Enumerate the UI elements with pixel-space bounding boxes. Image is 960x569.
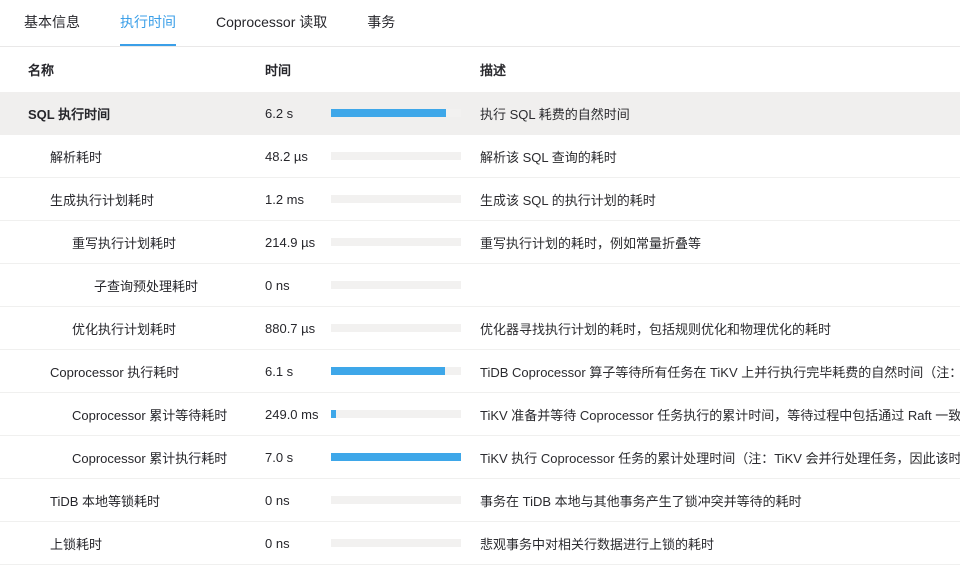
row-time-value: 214.9 µs: [265, 235, 331, 250]
row-time-bar: [331, 109, 480, 117]
row-description: 重写执行计划的耗时，例如常量折叠等: [480, 233, 960, 252]
bar-track: [331, 539, 461, 547]
row-time-bar: [331, 324, 480, 332]
row-name: 解析耗时: [0, 147, 265, 166]
row-name: 生成执行计划耗时: [0, 190, 265, 209]
row-description: 解析该 SQL 查询的耗时: [480, 147, 960, 166]
column-header-time: 时间: [265, 60, 331, 79]
time-table-body: SQL 执行时间6.2 s执行 SQL 耗费的自然时间解析耗时48.2 µs解析…: [0, 92, 960, 565]
bar-track: [331, 238, 461, 246]
table-row[interactable]: 重写执行计划耗时214.9 µs 重写执行计划的耗时，例如常量折叠等: [0, 221, 960, 264]
table-header-row: 名称 时间 描述: [0, 47, 960, 92]
row-time-value: 6.2 s: [265, 106, 331, 121]
row-time-bar: [331, 453, 480, 461]
bar-track: [331, 152, 461, 160]
row-description: TiKV 执行 Coprocessor 任务的累计处理时间（注：TiKV 会并行…: [480, 448, 960, 467]
row-time-bar: [331, 281, 480, 289]
row-description: TiKV 准备并等待 Coprocessor 任务执行的累计时间，等待过程中包括…: [480, 405, 960, 424]
row-name: SQL 执行时间: [0, 104, 265, 123]
row-name: Coprocessor 执行耗时: [0, 362, 265, 381]
row-name: 子查询预处理耗时: [0, 276, 265, 295]
bar-fill: [331, 410, 336, 418]
row-time-bar: [331, 195, 480, 203]
row-time-bar: [331, 367, 480, 375]
row-time-bar: [331, 539, 480, 547]
row-time-value: 249.0 ms: [265, 407, 331, 422]
row-description: 执行 SQL 耗费的自然时间: [480, 104, 960, 123]
row-time-value: 1.2 ms: [265, 192, 331, 207]
bar-track: [331, 281, 461, 289]
row-description: 悲观事务中对相关行数据进行上锁的耗时: [480, 534, 960, 553]
bar-fill: [331, 367, 445, 375]
table-row[interactable]: 优化执行计划耗时880.7 µs 优化器寻找执行计划的耗时，包括规则优化和物理优化…: [0, 307, 960, 350]
row-time-bar: [331, 496, 480, 504]
row-time-value: 48.2 µs: [265, 149, 331, 164]
table-row[interactable]: Coprocessor 累计等待耗时249.0 ms TiKV 准备并等待 Cop…: [0, 393, 960, 436]
table-row[interactable]: 解析耗时48.2 µs 解析该 SQL 查询的耗时: [0, 135, 960, 178]
tab-bar: 基本信息执行时间 Coprocessor 读取事务: [0, 0, 960, 47]
bar-track: [331, 324, 461, 332]
bar-track: [331, 453, 461, 461]
row-time-value: 0 ns: [265, 278, 331, 293]
row-time-bar: [331, 238, 480, 246]
row-name: Coprocessor 累计等待耗时: [0, 405, 265, 424]
row-description: 生成该 SQL 的执行计划的耗时: [480, 190, 960, 209]
tab-execution-time[interactable]: 执行时间: [120, 0, 176, 46]
row-time-value: 6.1 s: [265, 364, 331, 379]
bar-track: [331, 496, 461, 504]
row-time-value: 0 ns: [265, 493, 331, 508]
bar-track: [331, 410, 461, 418]
tab-basic-info[interactable]: 基本信息: [24, 0, 80, 46]
row-name: 优化执行计划耗时: [0, 319, 265, 338]
column-header-name: 名称: [0, 60, 265, 79]
table-row[interactable]: 生成执行计划耗时1.2 ms 生成该 SQL 的执行计划的耗时: [0, 178, 960, 221]
bar-track: [331, 109, 461, 117]
table-row[interactable]: 子查询预处理耗时0 ns: [0, 264, 960, 307]
tab-coprocessor-read[interactable]: Coprocessor 读取: [216, 0, 327, 46]
row-description: 优化器寻找执行计划的耗时，包括规则优化和物理优化的耗时: [480, 319, 960, 338]
row-time-value: 880.7 µs: [265, 321, 331, 336]
table-row[interactable]: Coprocessor 执行耗时6.1 s TiDB Coprocessor 算子…: [0, 350, 960, 393]
bar-track: [331, 367, 461, 375]
column-header-desc: 描述: [480, 60, 960, 79]
row-description: 事务在 TiDB 本地与其他事务产生了锁冲突并等待的耗时: [480, 491, 960, 510]
row-time-value: 0 ns: [265, 536, 331, 551]
bar-fill: [331, 453, 461, 461]
row-name: 重写执行计划耗时: [0, 233, 265, 252]
bar-track: [331, 195, 461, 203]
row-name: TiDB 本地等锁耗时: [0, 491, 265, 510]
row-time-value: 7.0 s: [265, 450, 331, 465]
execution-time-table: 名称 时间 描述 SQL 执行时间6.2 s 执行 SQL 耗费的自然时间解析耗时…: [0, 47, 960, 565]
table-row[interactable]: 上锁耗时0 ns 悲观事务中对相关行数据进行上锁的耗时: [0, 522, 960, 565]
row-name: 上锁耗时: [0, 534, 265, 553]
row-name: Coprocessor 累计执行耗时: [0, 448, 265, 467]
tab-transaction[interactable]: 事务: [367, 0, 395, 46]
row-time-bar: [331, 410, 480, 418]
row-time-bar: [331, 152, 480, 160]
bar-fill: [331, 109, 446, 117]
table-row[interactable]: TiDB 本地等锁耗时0 ns 事务在 TiDB 本地与其他事务产生了锁冲突并等待…: [0, 479, 960, 522]
table-row[interactable]: Coprocessor 累计执行耗时7.0 s TiKV 执行 Coprocess…: [0, 436, 960, 479]
row-description: TiDB Coprocessor 算子等待所有任务在 TiKV 上并行执行完毕耗…: [480, 362, 960, 381]
table-row[interactable]: SQL 执行时间6.2 s 执行 SQL 耗费的自然时间: [0, 92, 960, 135]
